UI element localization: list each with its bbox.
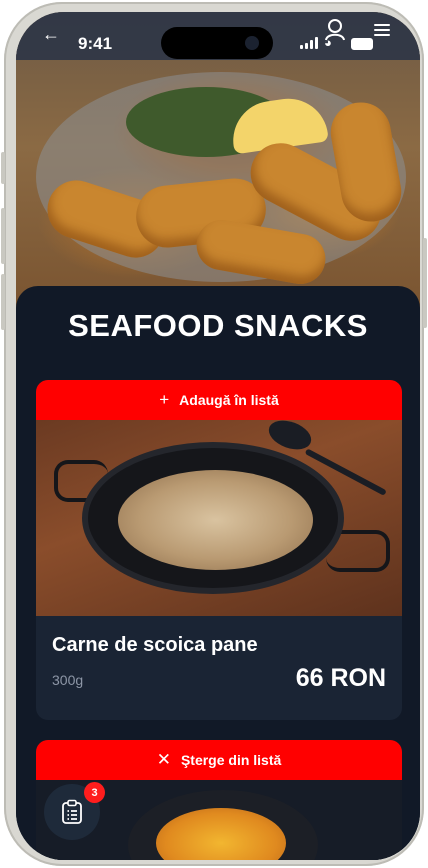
remove-from-list-button[interactable]: ✕ Şterge din listă [36, 740, 402, 780]
signal-icon [300, 37, 320, 49]
camera-icon [245, 36, 259, 50]
page-title: SEAFOOD SNACKS [68, 308, 368, 343]
plus-icon: + [159, 390, 170, 409]
product-name: Carne de scoica pane [52, 634, 258, 656]
app-screen: ← 9:41 ◕ SEAFOOD SNACKS + Adaugă în list… [16, 12, 420, 860]
product-weight: 300g [52, 672, 84, 688]
remove-from-list-label: Şterge din listă [180, 752, 282, 768]
cart-count-badge: 3 [84, 782, 105, 803]
side-button [1, 208, 5, 264]
close-icon: ✕ [156, 750, 171, 769]
pan-handle [326, 530, 390, 572]
product-card: + Adaugă în listă Carne de scoica pane 3… [36, 380, 402, 720]
menu-icon[interactable] [374, 24, 390, 36]
side-button [1, 274, 5, 330]
breaded-mussels [118, 470, 313, 570]
side-button [423, 238, 427, 328]
clipboard-list-icon [62, 799, 82, 824]
side-button [1, 152, 5, 184]
status-bar: ← 9:41 ◕ [16, 12, 420, 60]
product-price: 66 RON [295, 664, 386, 692]
wifi-icon: ◕ [324, 35, 332, 50]
dynamic-island [161, 27, 273, 59]
add-to-list-button[interactable]: + Adaugă în listă [36, 380, 402, 420]
arrow-left-icon[interactable]: ← [42, 24, 60, 45]
battery-icon [351, 38, 373, 50]
add-to-list-label: Adaugă în listă [179, 392, 279, 408]
product-image [36, 415, 402, 616]
phone-frame: ← 9:41 ◕ SEAFOOD SNACKS + Adaugă în list… [1, 2, 427, 866]
status-time: 9:41 [78, 34, 113, 53]
